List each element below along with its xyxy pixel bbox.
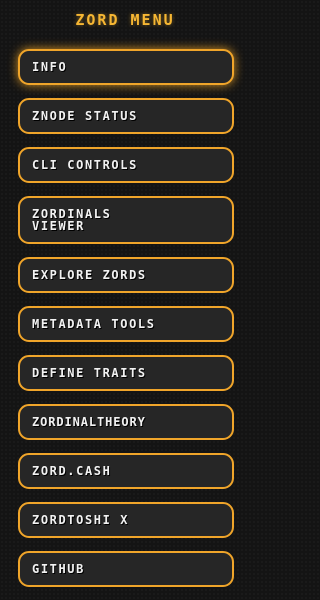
menu-button-label: CLI CONTROLS [32, 158, 138, 172]
menu-button-github[interactable]: GITHUB [18, 551, 234, 587]
menu-button-label: ZNODE STATUS [32, 109, 138, 123]
menu-button-metadata-tools[interactable]: METADATA TOOLS [18, 306, 234, 342]
menu-button-define-traits[interactable]: DEFINE TRAITS [18, 355, 234, 391]
menu-button-label: ZORDTOSHI X [32, 513, 130, 527]
menu-button-label: ZORDINALTHEORY [32, 415, 146, 429]
menu-button-znode-status[interactable]: ZNODE STATUS [18, 98, 234, 134]
menu-button-label: ZORDINALS VIEWER [32, 207, 112, 233]
menu-list: INFO ZNODE STATUS CLI CONTROLS ZORDINALS… [18, 49, 234, 600]
menu-button-label: INFO [32, 60, 68, 74]
menu-button-label: METADATA TOOLS [32, 317, 156, 331]
menu-button-zordtoshi-x[interactable]: ZORDTOSHI X [18, 502, 234, 538]
menu-button-label: ZORD.CASH [32, 464, 112, 478]
menu-button-label: GITHUB [32, 562, 85, 576]
menu-button-label: DEFINE TRAITS [32, 366, 147, 380]
menu-button-zord-cash[interactable]: ZORD.CASH [18, 453, 234, 489]
menu-button-zordinaltheory[interactable]: ZORDINALTHEORY [18, 404, 234, 440]
menu-title: ZORD MENU [75, 11, 175, 29]
menu-button-explore-zords[interactable]: EXPLORE ZORDS [18, 257, 234, 293]
menu-button-label: EXPLORE ZORDS [32, 268, 147, 282]
menu-button-info[interactable]: INFO [18, 49, 234, 85]
menu-button-cli-controls[interactable]: CLI CONTROLS [18, 147, 234, 183]
menu-button-zordinals-viewer[interactable]: ZORDINALS VIEWER [18, 196, 234, 244]
